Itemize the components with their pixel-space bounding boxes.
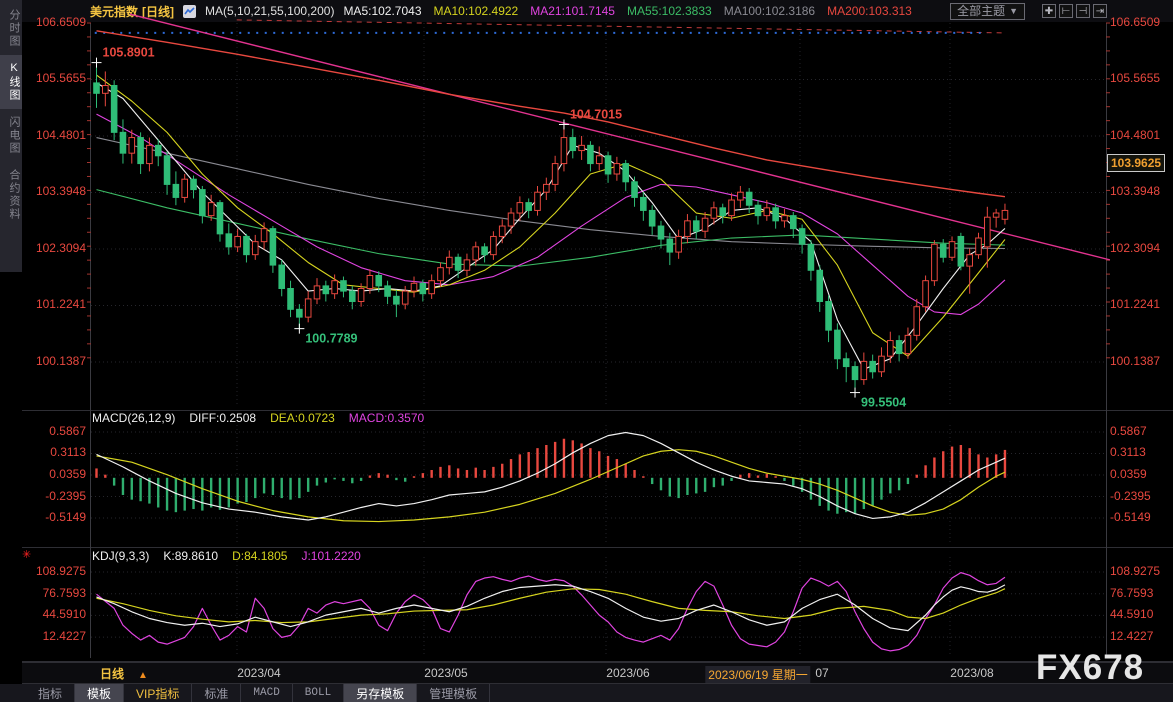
svg-text:104.7015: 104.7015	[570, 107, 622, 121]
macd-panel	[95, 431, 1007, 523]
trading-app-window: 分时图 K线图 闪电图 合约资料 美元指数 [日线] MA(5,10,21,55,10…	[0, 0, 1173, 702]
ma-overlays	[96, 30, 1006, 370]
price-axis-label: 102.3094	[1110, 240, 1161, 255]
date-tick-label: 07	[815, 666, 829, 680]
period-selector[interactable]: 日线 ▲	[100, 665, 148, 682]
kdj-panel	[96, 572, 1006, 652]
reference-lines	[94, 13, 1111, 261]
macd-header: MACD(26,12,9) DIFF:0.2508 DEA:0.0723 MAC…	[92, 411, 424, 425]
kline-icon	[183, 4, 197, 18]
kdj-axis-label: 108.9275	[1110, 564, 1161, 578]
ma-value-label: MA55:102.3833	[626, 4, 712, 18]
symbol-title: 美元指数	[90, 4, 139, 19]
macd-title: MACD(26,12,9)	[92, 411, 176, 425]
kdj-axis-label: 12.4227	[1110, 629, 1154, 644]
date-axis-row: 日线 ▲ 2023/04 2023/05 2023/06 2023/06/19 星期一 0…	[22, 662, 1173, 684]
svg-text:100.7789: 100.7789	[305, 332, 357, 346]
macd-dea-value: DEA:0.0723	[270, 411, 335, 425]
watermark-logo: FX678	[1036, 648, 1145, 687]
svg-text:105.8901: 105.8901	[103, 46, 155, 60]
axis-right-icon[interactable]: ⊣	[1076, 4, 1090, 18]
price-axis-label: 104.4801	[1110, 127, 1161, 142]
kdj-k-value: K:89.8610	[163, 549, 219, 563]
kdj-axis-label: 44.5910	[42, 607, 86, 622]
macd-axis-label: 0.0359	[1110, 467, 1147, 481]
macd-axis-label: 0.5867	[49, 423, 86, 438]
ma-value-label: MA21:101.7145	[530, 4, 615, 18]
date-tick-label: 2023/05	[424, 666, 468, 680]
kdj-d-value: D:84.1805	[232, 549, 288, 563]
macd-axis-label: 0.0359	[49, 467, 86, 481]
price-axis-ticks	[87, 22, 1110, 359]
period-selector-label: 日线	[100, 667, 125, 681]
date-tick-label: 2023/06	[606, 666, 650, 680]
theme-dropdown-button[interactable]: 全部主题 ▼	[950, 2, 1025, 20]
kdj-axis-label: 108.9275	[35, 564, 86, 578]
macd-diff-value: DIFF:0.2508	[189, 411, 257, 425]
ma-settings-label: MA(5,10,21,55,100,200)	[205, 4, 335, 18]
kdj-axis-label: 76.7593	[1110, 585, 1154, 600]
macd-axis-label: -0.5149	[45, 510, 86, 525]
price-axis-label: 104.4801	[35, 127, 86, 142]
ma-value-label: MA10:102.4922	[433, 4, 519, 18]
theme-dropdown-label: 全部主题	[957, 3, 1006, 18]
toolbar-item-管理模板[interactable]: 管理模板	[417, 684, 491, 702]
macd-axis-label: 0.3113	[50, 445, 86, 460]
kdj-axis-label: 44.5910	[1110, 607, 1154, 622]
toolbar-item-MACD[interactable]: MACD	[241, 684, 293, 702]
svg-text:99.5504: 99.5504	[861, 396, 906, 410]
price-axis-label: 106.6509	[35, 15, 86, 29]
ma-value-label: MA100:102.3186	[723, 4, 816, 18]
sort-up-icon: ▲	[138, 670, 148, 681]
toolbar-item-VIP指标[interactable]: VIP指标	[124, 684, 193, 702]
chart-canvas[interactable]: 105.8901 104.7015 100.7789 99.5504	[0, 0, 1173, 702]
kdj-title: KDJ(9,3,3)	[92, 549, 150, 563]
price-axis-label: 101.2241	[1110, 297, 1161, 312]
toolbar-item-BOLL[interactable]: BOLL	[293, 684, 345, 702]
ma-value-label: MA200:103.313	[827, 4, 912, 18]
macd-macd-value: MACD:0.3570	[348, 411, 425, 425]
macd-axis-label: -0.2395	[1110, 488, 1151, 503]
price-axis-label: 105.5655	[1110, 71, 1161, 86]
candles-layer	[93, 62, 1009, 393]
toolbar-item-另存模板[interactable]: 另存模板	[344, 684, 418, 702]
price-axis-label: 103.3948	[1110, 184, 1161, 199]
date-tick-label: 2023/08	[950, 666, 994, 680]
panel-frame	[0, 23, 1173, 685]
kdj-panel-marker-icon: ✳	[22, 549, 32, 561]
price-axis-label: 106.6509	[1110, 15, 1161, 29]
macd-axis-label: 0.5867	[1110, 423, 1147, 438]
kdj-axis-label: 12.4227	[42, 629, 86, 644]
macd-axis-label: -0.2395	[45, 488, 86, 503]
current-price-badge: 103.9625	[1107, 153, 1166, 172]
price-axis-label: 101.2241	[35, 297, 86, 312]
date-tick-label: 2023/04	[237, 666, 281, 680]
chevron-down-icon: ▼	[1009, 5, 1018, 16]
pan-icon[interactable]: ✚	[1042, 4, 1056, 18]
price-annotations: 105.8901 104.7015 100.7789 99.5504	[91, 46, 906, 410]
ma-values: MA5:102.7043 MA10:102.4922 MA21:101.7145 MA…	[343, 4, 911, 18]
macd-axis-label: 0.3113	[1110, 445, 1146, 460]
price-axis-label: 103.3948	[35, 184, 86, 199]
price-axis-label: 102.3094	[35, 240, 86, 255]
toolbar-item-标准[interactable]: 标准	[192, 684, 242, 702]
bottom-toolbar: 指标 模板 VIP指标 标准 MACD BOLL 另存模板 管理模板	[0, 684, 1173, 702]
price-axis-label: 100.1387	[35, 353, 86, 368]
axis-left-icon[interactable]: ⊢	[1059, 4, 1073, 18]
price-axis-label: 105.5655	[35, 71, 86, 86]
kdj-header: KDJ(9,3,3) K:89.8610 D:84.1805 J:101.222…	[92, 549, 361, 563]
shift-right-icon[interactable]: ⇥	[1093, 4, 1107, 18]
period-label: [日线]	[142, 4, 175, 19]
price-axis-label: 100.1387	[1110, 353, 1161, 368]
date-tick-label: 2023/06/19 星期一	[705, 666, 811, 683]
kdj-axis-label: 76.7593	[42, 585, 86, 600]
chart-header: 美元指数 [日线] MA(5,10,21,55,100,200) MA5:102…	[22, 0, 1173, 22]
macd-axis-label: -0.5149	[1110, 510, 1151, 525]
toolbar-item-模板[interactable]: 模板	[75, 684, 125, 702]
toolbar-item-指标[interactable]: 指标	[26, 684, 76, 702]
kdj-j-value: J:101.2220	[301, 549, 361, 563]
ma-value-label: MA5:102.7043	[343, 4, 422, 18]
window-icon-buttons: ✚ ⊢ ⊣ ⇥	[1042, 4, 1107, 18]
